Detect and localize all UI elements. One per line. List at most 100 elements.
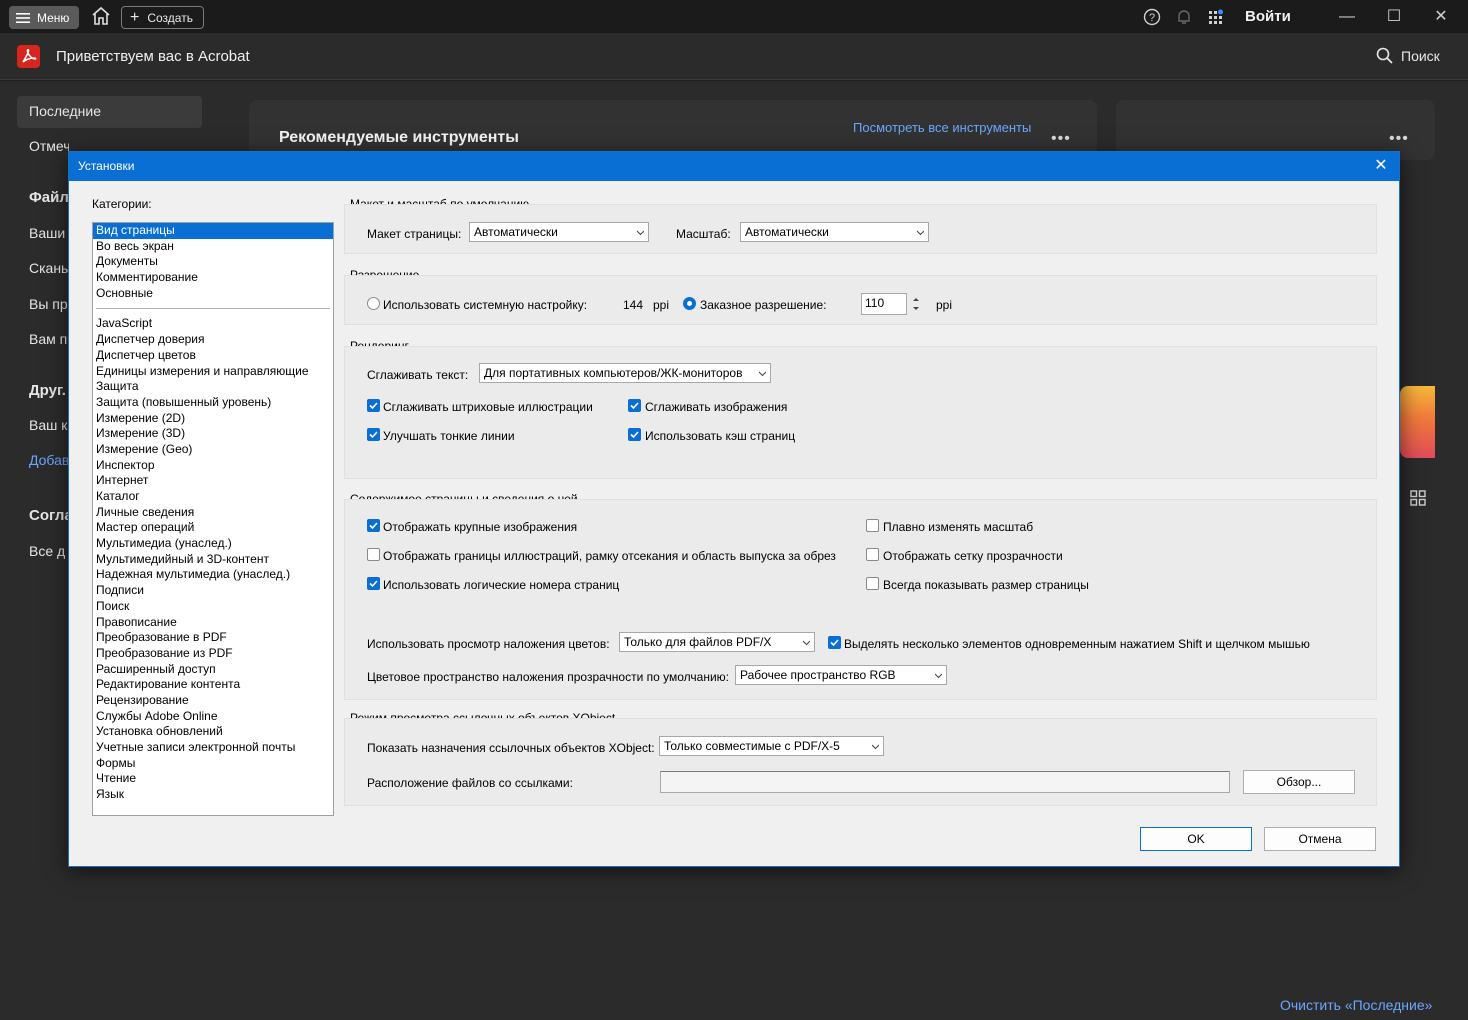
category-item[interactable]: Язык [93, 787, 333, 803]
category-item[interactable]: Измерение (Geo) [93, 442, 333, 458]
overprint-preview-value: Только для файлов PDF/X [624, 635, 772, 649]
categories-label: Категории: [92, 197, 152, 211]
show-large-images-checkbox[interactable] [367, 519, 380, 532]
chevron-down-icon [872, 744, 879, 750]
shift-multiselect-label: Выделять несколько элементов одновременн… [844, 637, 1310, 651]
category-item[interactable]: Службы Adobe Online [93, 709, 333, 725]
grid-view-icon[interactable] [1410, 490, 1426, 506]
search-button[interactable]: Поиск [1376, 47, 1440, 64]
category-item[interactable]: Защита (повышенный уровень) [93, 395, 333, 411]
category-item[interactable]: Единицы измерения и направляющие [93, 364, 333, 380]
system-resolution-label: Использовать системную настройку: [383, 298, 588, 312]
category-item[interactable]: Измерение (3D) [93, 426, 333, 442]
sidebar-item-files-3[interactable]: Вы пр [29, 296, 69, 312]
card-more-options-icon[interactable]: ••• [1389, 130, 1409, 148]
custom-resolution-radio[interactable] [683, 297, 696, 310]
category-item[interactable]: Расширенный доступ [93, 662, 333, 678]
category-item[interactable]: Измерение (2D) [93, 411, 333, 427]
home-button[interactable] [90, 6, 114, 28]
see-all-tools-link[interactable]: Посмотреть все инструменты [853, 120, 1031, 135]
smooth-images-label: Сглаживать изображения [645, 400, 788, 414]
login-button[interactable]: Войти [1245, 8, 1291, 25]
category-item[interactable]: Учетные записи электронной почты [93, 740, 333, 756]
sidebar-item-recent[interactable]: Последние [29, 103, 101, 119]
cancel-button[interactable]: Отмена [1264, 827, 1376, 851]
smooth-lineart-checkbox[interactable] [367, 399, 380, 412]
category-item[interactable]: Защита [93, 379, 333, 395]
category-item[interactable]: JavaScript [93, 316, 333, 332]
category-item[interactable]: Редактирование контента [93, 677, 333, 693]
category-item[interactable]: Личные сведения [93, 505, 333, 521]
ok-button[interactable]: OK [1140, 827, 1252, 851]
browse-button[interactable]: Обзор... [1243, 770, 1355, 794]
category-item[interactable]: Установка обновлений [93, 724, 333, 740]
linked-files-location-input[interactable] [660, 771, 1230, 793]
zoom-select[interactable]: Автоматически [740, 222, 929, 242]
show-art-trim-bleed-checkbox[interactable] [367, 548, 380, 561]
page-cache-checkbox[interactable] [628, 428, 641, 441]
overprint-preview-select[interactable]: Только для файлов PDF/X [619, 632, 815, 652]
search-icon [1376, 47, 1393, 64]
category-item[interactable]: Интернет [93, 473, 333, 489]
clear-recent-link[interactable]: Очистить «Последние» [1280, 997, 1432, 1013]
smooth-images-checkbox[interactable] [628, 399, 641, 412]
sidebar-item-add[interactable]: Добав [29, 452, 69, 468]
category-item[interactable]: Диспетчер цветов [93, 348, 333, 364]
enhance-thin-lines-checkbox[interactable] [367, 428, 380, 441]
transparency-grid-checkbox[interactable] [866, 548, 879, 561]
category-item[interactable]: Рецензирование [93, 693, 333, 709]
sidebar-item-other-1[interactable]: Ваш к [29, 417, 69, 433]
category-item[interactable]: Подписи [93, 583, 333, 599]
logical-page-numbers-checkbox[interactable] [367, 577, 380, 590]
create-button[interactable]: + Создать [121, 6, 204, 29]
category-item[interactable]: Инспектор [93, 458, 333, 474]
category-item[interactable]: Документы [93, 254, 333, 270]
smooth-text-label: Сглаживать текст: [367, 368, 469, 382]
checkmark-icon [369, 431, 378, 439]
sidebar-item-starred[interactable]: Отмечено [29, 138, 69, 154]
help-icon[interactable]: ? [1143, 8, 1161, 26]
dialog-close-icon[interactable]: ✕ [1371, 156, 1391, 176]
bell-icon[interactable] [1175, 8, 1193, 26]
page-layout-select[interactable]: Автоматически [469, 222, 649, 242]
resolution-stepper[interactable] [909, 293, 923, 315]
category-item[interactable]: Вид страницы [93, 223, 333, 239]
category-item[interactable]: Диспетчер доверия [93, 332, 333, 348]
sidebar-item-files-1[interactable]: Ваши [29, 225, 69, 241]
category-item[interactable]: Мультимедиа (унаслед.) [93, 536, 333, 552]
sidebar-item-files-4[interactable]: Вам п [29, 331, 69, 347]
category-item[interactable]: Преобразование в PDF [93, 630, 333, 646]
custom-resolution-input[interactable]: 110 [861, 293, 907, 315]
shift-multiselect-checkbox[interactable] [828, 636, 841, 649]
dialog-titlebar: Установки [69, 152, 1399, 181]
xobject-targets-select[interactable]: Только совместимые с PDF/X-5 [659, 736, 884, 756]
smooth-zoom-checkbox[interactable] [866, 519, 879, 532]
category-item[interactable]: Поиск [93, 599, 333, 615]
apps-grid-icon[interactable] [1207, 8, 1225, 26]
category-item[interactable]: Преобразование из PDF [93, 646, 333, 662]
logical-page-numbers-label: Использовать логические номера страниц [383, 578, 620, 592]
category-item[interactable]: Во весь экран [93, 239, 333, 255]
category-item[interactable]: Мастер операций [93, 520, 333, 536]
category-item[interactable]: Основные [93, 286, 333, 302]
category-item[interactable]: Формы [93, 756, 333, 772]
category-item[interactable]: Комментирование [93, 270, 333, 286]
category-item[interactable]: Надежная мультимедиа (унаслед.) [93, 567, 333, 583]
menu-button[interactable]: Меню [9, 6, 79, 29]
close-window-icon[interactable]: ✕ [1431, 7, 1451, 27]
category-item[interactable]: Каталог [93, 489, 333, 505]
always-show-page-size-checkbox[interactable] [866, 577, 879, 590]
category-item[interactable]: Чтение [93, 771, 333, 787]
sidebar-item-agreements[interactable]: Все д [29, 543, 69, 559]
sidebar-item-files-2[interactable]: Скань [29, 260, 69, 276]
maximize-icon[interactable]: ☐ [1384, 7, 1404, 27]
minimize-icon[interactable]: — [1337, 7, 1357, 27]
blend-space-select[interactable]: Рабочее пространство RGB [735, 665, 947, 685]
category-item[interactable]: Правописание [93, 615, 333, 631]
chevron-down-icon [803, 640, 810, 646]
smooth-text-select[interactable]: Для портативных компьютеров/ЖК-мониторов [479, 363, 771, 383]
more-options-icon[interactable]: ••• [1051, 130, 1071, 148]
system-resolution-radio[interactable] [367, 297, 380, 310]
category-item[interactable]: Мультимедийный и 3D-контент [93, 552, 333, 568]
categories-list[interactable]: Вид страницы Во весь экран Документы Коммен… [92, 222, 334, 816]
